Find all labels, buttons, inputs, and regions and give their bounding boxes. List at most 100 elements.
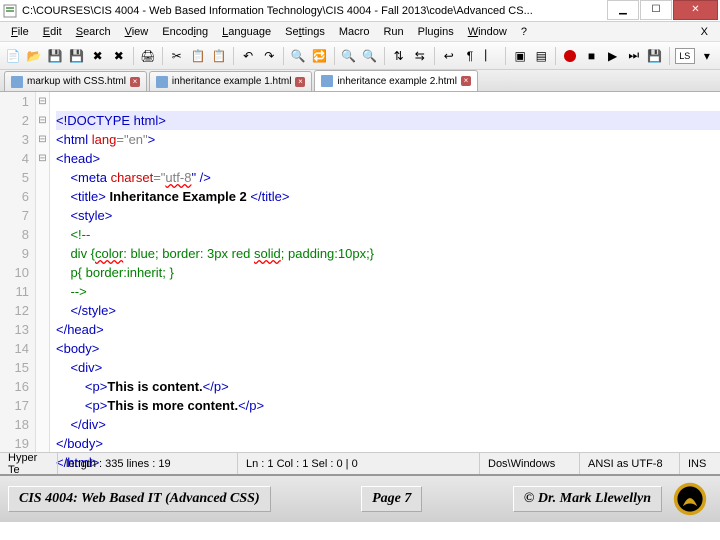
tab-close-icon[interactable]: ×	[130, 77, 140, 87]
find-icon[interactable]: 🔍	[289, 46, 307, 66]
footer-author: © Dr. Mark Llewellyn	[513, 486, 662, 512]
code-tag: <meta	[56, 170, 107, 185]
zoom-out-icon[interactable]: 🔍	[361, 46, 379, 66]
menu-macro[interactable]: Macro	[332, 24, 377, 40]
tab-markup-css[interactable]: markup with CSS.html ×	[4, 71, 147, 91]
copy-icon[interactable]: 📋	[189, 46, 207, 66]
tab-close-icon[interactable]: ×	[295, 77, 305, 87]
code-tag: </p>	[238, 398, 264, 413]
file-icon	[11, 76, 23, 88]
paste-icon[interactable]: 📋	[210, 46, 228, 66]
print-icon[interactable]: 🖨	[139, 46, 157, 66]
menu-plugins[interactable]: Plugins	[411, 24, 461, 40]
open-file-icon[interactable]: 📂	[25, 46, 43, 66]
new-file-icon[interactable]: 📄	[4, 46, 22, 66]
tab-label: inheritance example 2.html	[337, 76, 457, 87]
menu-run[interactable]: Run	[376, 24, 410, 40]
save-macro-icon[interactable]: 💾	[646, 46, 664, 66]
tab-label: markup with CSS.html	[27, 76, 126, 87]
play-multi-icon[interactable]: ⏭	[625, 46, 643, 66]
code-tag: <style>	[56, 208, 112, 223]
code-comment: div {	[56, 246, 95, 261]
code-tag: <p>	[56, 398, 107, 413]
code-spellerr: solid	[254, 246, 281, 261]
code-tag: </body>	[56, 436, 103, 451]
undo-icon[interactable]: ↶	[239, 46, 257, 66]
wordwrap-icon[interactable]: ↩	[440, 46, 458, 66]
replace-icon[interactable]: 🔁	[310, 46, 328, 66]
status-lang: Hyper Te	[0, 453, 58, 474]
code-area[interactable]: <!DOCTYPE html> <html lang="en"> <head> …	[50, 92, 720, 452]
ls-button[interactable]: LS	[675, 48, 695, 64]
menu-settings[interactable]: Settings	[278, 24, 332, 40]
tab-inheritance-1[interactable]: inheritance example 1.html ×	[149, 71, 313, 91]
fold-gutter: ⊟⊟ ⊟ ⊟	[36, 92, 50, 452]
code-text: Inheritance Example 2	[106, 189, 251, 204]
menu-search[interactable]: Search	[69, 24, 118, 40]
code-line: <!DOCTYPE html>	[56, 113, 166, 128]
code-tag: <p>	[56, 379, 107, 394]
status-position: Ln : 1 Col : 1 Sel : 0 | 0	[238, 453, 480, 474]
code-attr: charset	[107, 170, 153, 185]
stop-icon[interactable]: ■	[582, 46, 600, 66]
play-icon[interactable]: ▶	[604, 46, 622, 66]
status-encoding: ANSI as UTF-8	[580, 453, 680, 474]
menu-encoding[interactable]: Encoding	[155, 24, 215, 40]
toolbar-separator	[283, 47, 284, 65]
menu-view[interactable]: View	[118, 24, 156, 40]
toolbar: 📄 📂 💾 💾 ✖ ✖ 🖨 ✂ 📋 📋 ↶ ↷ 🔍 🔁 🔍 🔍 ⇅ ⇆ ↩ ¶ …	[0, 42, 720, 70]
save-all-icon[interactable]: 💾	[67, 46, 85, 66]
toolbar-separator	[233, 47, 234, 65]
title-bar: C:\COURSES\CIS 4004 - Web Based Informat…	[0, 0, 720, 22]
close-all-icon[interactable]: ✖	[110, 46, 128, 66]
show-all-icon[interactable]: ¶	[461, 46, 479, 66]
menu-file[interactable]: File	[4, 24, 36, 40]
code-tag: <head>	[56, 151, 100, 166]
indent-guide-icon[interactable]: ⎸	[482, 46, 500, 66]
dropdown-icon[interactable]: ▾	[698, 46, 716, 66]
save-icon[interactable]: 💾	[46, 46, 64, 66]
toolbar-separator	[555, 47, 556, 65]
fold-icon[interactable]: ▣	[511, 46, 529, 66]
menu-language[interactable]: Language	[215, 24, 278, 40]
code-text: This is content.	[107, 379, 202, 394]
cut-icon[interactable]: ✂	[168, 46, 186, 66]
sync-h-icon[interactable]: ⇆	[411, 46, 429, 66]
line-number-gutter: 12345678910111213141516171819	[0, 92, 36, 452]
code-tag: <body>	[56, 341, 99, 356]
record-icon[interactable]	[561, 46, 579, 66]
status-eol: Dos\Windows	[480, 453, 580, 474]
code-comment: : blue; border: 3px red	[123, 246, 254, 261]
code-text: This is more content.	[107, 398, 238, 413]
toolbar-separator	[334, 47, 335, 65]
close-button[interactable]: ✕	[673, 0, 718, 20]
menu-help[interactable]: ?	[514, 24, 534, 40]
redo-icon[interactable]: ↷	[260, 46, 278, 66]
tab-inheritance-2[interactable]: inheritance example 2.html ×	[314, 70, 478, 91]
menu-window[interactable]: Window	[461, 24, 514, 40]
document-tab-bar: markup with CSS.html × inheritance examp…	[0, 70, 720, 92]
code-comment: -->	[56, 284, 87, 299]
close-file-icon[interactable]: ✖	[89, 46, 107, 66]
footer-course: CIS 4004: Web Based IT (Advanced CSS)	[8, 486, 271, 512]
maximize-button[interactable]: ☐	[640, 0, 672, 20]
ucf-logo-icon	[668, 481, 712, 517]
code-editor[interactable]: 12345678910111213141516171819 ⊟⊟ ⊟ ⊟ <!D…	[0, 92, 720, 452]
code-tag: <div>	[56, 360, 102, 375]
toolbar-separator	[384, 47, 385, 65]
code-attr: lang	[88, 132, 116, 147]
window-title: C:\COURSES\CIS 4004 - Web Based Informat…	[22, 5, 606, 17]
code-tag: </head>	[56, 322, 104, 337]
toolbar-separator	[162, 47, 163, 65]
slide-footer: CIS 4004: Web Based IT (Advanced CSS) Pa…	[0, 474, 720, 522]
footer-page: Page 7	[361, 486, 422, 512]
minimize-button[interactable]: ▁	[607, 0, 639, 20]
tab-close-icon[interactable]: ×	[461, 76, 471, 86]
sync-v-icon[interactable]: ⇅	[390, 46, 408, 66]
menu-edit[interactable]: Edit	[36, 24, 69, 40]
menu-close-doc[interactable]: X	[694, 24, 716, 40]
menu-bar: File Edit Search View Encoding Language …	[0, 22, 720, 42]
zoom-in-icon[interactable]: 🔍	[339, 46, 357, 66]
status-mode: INS	[680, 453, 720, 474]
unfold-icon[interactable]: ▤	[532, 46, 550, 66]
